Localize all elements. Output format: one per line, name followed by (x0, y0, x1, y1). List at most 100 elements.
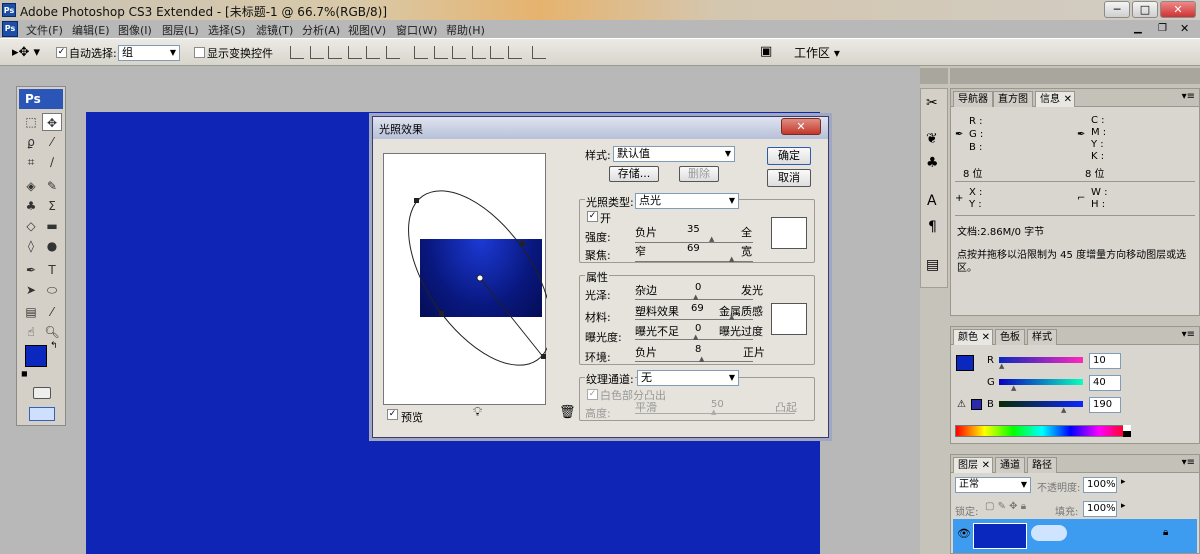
color-r-input[interactable]: 10 (1089, 353, 1121, 369)
cancel-button[interactable]: 取消 (767, 169, 811, 187)
tab-layers[interactable]: 图层 ✕ (953, 457, 993, 473)
layer-comps-icon[interactable]: ▤ (926, 257, 939, 273)
color-r-thumb[interactable]: ▲ (999, 362, 1004, 370)
history-brush-tool-icon[interactable]: Ʃ (42, 197, 62, 215)
menu-help[interactable]: 帮助(H) (446, 22, 485, 38)
color-fg-swatch[interactable] (956, 355, 974, 371)
blur-tool-icon[interactable]: ◊ (21, 237, 41, 255)
style-dropdown[interactable]: 默认值 ▼ (613, 146, 735, 162)
tab-close-icon[interactable]: ✕ (982, 330, 990, 345)
minimize-button[interactable]: ─ (1104, 1, 1130, 18)
align-hcenter-icon[interactable] (366, 46, 380, 59)
eyedropper-tool-icon[interactable]: ⁄ (42, 303, 62, 321)
menu-edit[interactable]: 编辑(E) (72, 22, 110, 38)
texture-channel-dropdown[interactable]: 无 ▼ (637, 370, 739, 386)
notes-tool-icon[interactable]: ▤ (21, 303, 41, 321)
menu-file[interactable]: 文件(F) (26, 22, 63, 38)
ambient-color-swatch[interactable] (771, 303, 807, 335)
doc-minimize-button[interactable]: ▁ (1134, 23, 1142, 34)
paragraph-icon[interactable]: ¶ (928, 219, 937, 235)
tab-channels[interactable]: 通道 (995, 457, 1025, 473)
align-left-icon[interactable] (348, 46, 362, 59)
tab-close-icon[interactable]: ✕ (1064, 92, 1072, 107)
photoshop-menu-icon[interactable]: Ps (2, 21, 18, 37)
workspace-icon[interactable]: ▣ (760, 44, 772, 59)
menu-image[interactable]: 图像(I) (118, 22, 152, 38)
fill-input[interactable]: 100% (1083, 501, 1117, 517)
distribute-hcenter-icon[interactable] (490, 46, 504, 59)
menu-window[interactable]: 窗口(W) (396, 22, 437, 38)
exposure-thumb[interactable]: ▲ (693, 333, 698, 341)
trash-icon[interactable]: 🗑︎ (559, 405, 576, 420)
workspace-menu[interactable]: 工作区 ▾ (794, 44, 840, 61)
menu-select[interactable]: 选择(S) (208, 22, 246, 38)
color-b-input[interactable]: 190 (1089, 397, 1121, 413)
clone-source-icon[interactable]: ♣ (926, 155, 939, 171)
gamut-color-swatch[interactable] (971, 399, 982, 410)
tab-swatches[interactable]: 色板 (995, 329, 1025, 345)
focus-thumb[interactable]: ▲ (729, 255, 734, 263)
color-b-thumb[interactable]: ▲ (1061, 406, 1066, 414)
auto-select-dropdown[interactable]: 组 ▼ (118, 45, 180, 61)
ambience-thumb[interactable]: ▲ (699, 355, 704, 363)
crop-tool-icon[interactable]: ⌗ (21, 153, 41, 171)
character-icon[interactable]: A (927, 193, 937, 209)
screen-mode-icon[interactable] (29, 407, 55, 421)
auto-align-icon[interactable] (532, 46, 546, 59)
height-thumb[interactable]: ▲ (711, 408, 716, 416)
out-of-gamut-warning-icon[interactable]: ⚠ (957, 399, 966, 410)
lock-icons[interactable]: ▢ ✎ ✥ 🔒︎ (985, 501, 1026, 512)
gradient-tool-icon[interactable]: ▬ (42, 217, 62, 235)
menu-layer[interactable]: 图层(L) (162, 22, 199, 38)
fill-arrow-icon[interactable]: ▸ (1121, 501, 1126, 511)
clone-stamp-tool-icon[interactable]: ♣ (21, 197, 41, 215)
tools-preset-icon[interactable]: ✂ (926, 95, 938, 111)
maximize-button[interactable]: □ (1132, 1, 1158, 18)
color-g-input[interactable]: 40 (1089, 375, 1121, 391)
close-button[interactable]: ✕ (1160, 1, 1196, 18)
tab-close-icon[interactable]: ✕ (982, 458, 990, 473)
zoom-tool-icon[interactable]: 🔍︎ (42, 323, 62, 341)
color-r-slider[interactable] (999, 357, 1083, 363)
light-on-checkbox[interactable]: ✓ (587, 211, 598, 222)
new-light-bulb-icon[interactable]: 💡︎ (473, 405, 482, 420)
light-ellipse-overlay[interactable] (384, 154, 547, 406)
pen-tool-icon[interactable]: ✒ (21, 261, 41, 279)
align-bottom-icon[interactable] (328, 46, 342, 59)
black-white-swatch[interactable] (1123, 425, 1131, 437)
tab-info[interactable]: 信息 ✕ (1035, 91, 1075, 107)
panel-menu-icon[interactable]: ▾≡ (1182, 457, 1195, 468)
distribute-vcenter-icon[interactable] (434, 46, 448, 59)
opacity-arrow-icon[interactable]: ▸ (1121, 477, 1126, 487)
align-top-icon[interactable] (290, 46, 304, 59)
default-colors-icon[interactable]: ◼ (21, 369, 28, 378)
light-color-swatch[interactable] (771, 217, 807, 249)
light-preview[interactable] (383, 153, 547, 406)
dodge-tool-icon[interactable]: ● (42, 237, 62, 255)
path-selection-tool-icon[interactable]: ➤ (21, 281, 41, 299)
panel-group-bar[interactable] (950, 68, 1200, 84)
quick-mask-icon[interactable] (33, 387, 51, 399)
shape-tool-icon[interactable]: ⬭ (42, 281, 62, 299)
eye-visibility-icon[interactable]: 👁︎ (957, 527, 971, 540)
align-vcenter-icon[interactable] (310, 46, 324, 59)
lasso-tool-icon[interactable]: ϼ (21, 133, 41, 151)
menu-analysis[interactable]: 分析(A) (302, 22, 340, 38)
healing-brush-tool-icon[interactable]: ◈ (21, 177, 41, 195)
opacity-input[interactable]: 100% (1083, 477, 1117, 493)
doc-restore-button[interactable]: ❐ (1158, 23, 1167, 34)
material-thumb[interactable]: ▲ (729, 313, 734, 321)
auto-select-checkbox[interactable]: ✓ (56, 47, 67, 58)
layer-row[interactable]: 👁︎ 🔒︎ (953, 519, 1197, 553)
eraser-tool-icon[interactable]: ◇ (21, 217, 41, 235)
magic-wand-tool-icon[interactable]: ⁄ (42, 133, 62, 151)
brushes-icon[interactable]: ❦ (926, 131, 938, 147)
menu-view[interactable]: 视图(V) (348, 22, 386, 38)
move-tool-icon[interactable]: ✥ (42, 113, 62, 131)
intensity-thumb[interactable]: ▲ (709, 235, 714, 243)
white-high-checkbox[interactable]: ✓ (587, 389, 598, 400)
align-right-icon[interactable] (386, 46, 400, 59)
menu-filter[interactable]: 滤镜(T) (256, 22, 293, 38)
ok-button[interactable]: 确定 (767, 147, 811, 165)
marquee-tool-icon[interactable]: ⬚ (21, 113, 41, 131)
